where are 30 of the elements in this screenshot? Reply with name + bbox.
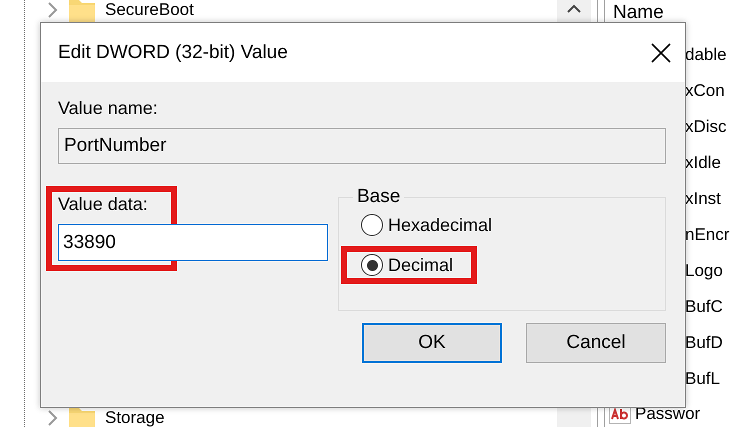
chevron-right-icon[interactable] xyxy=(47,0,59,18)
list-item[interactable]: dable xyxy=(685,44,727,64)
radio-button[interactable] xyxy=(361,214,383,236)
list-item[interactable]: xIdle xyxy=(685,152,721,172)
list-item[interactable]: xDisc xyxy=(685,116,727,136)
field-label: Value name: xyxy=(58,98,159,119)
tree-item[interactable]: Storage xyxy=(105,408,165,427)
list-item[interactable]: xInst xyxy=(685,188,721,208)
list-item[interactable]: Logo xyxy=(685,260,723,280)
radio-button[interactable] xyxy=(361,254,383,276)
value-name-field[interactable]: PortNumber xyxy=(58,128,666,164)
close-icon[interactable] xyxy=(651,42,671,62)
scroll-up-icon[interactable] xyxy=(566,2,582,14)
field-label: Value data: xyxy=(58,194,148,214)
radio-option[interactable]: Decimal xyxy=(361,254,454,276)
value-data-field[interactable]: 33890 xyxy=(58,224,328,261)
list-item[interactable]: nEncr xyxy=(685,224,730,244)
dialog-button[interactable]: OK xyxy=(362,323,502,363)
radio-option[interactable]: Hexadecimal xyxy=(361,214,492,236)
chevron-right-icon[interactable] xyxy=(47,408,59,426)
window-title: Edit DWORD (32-bit) Value xyxy=(58,42,288,64)
dialog-button[interactable]: Cancel xyxy=(526,323,666,363)
list-item[interactable]: BufD xyxy=(685,332,723,352)
list-item[interactable]: BufC xyxy=(685,296,723,316)
list-item[interactable]: Passwor xyxy=(635,404,700,423)
list-item[interactable]: xCon xyxy=(685,80,725,100)
folder-icon xyxy=(69,0,95,24)
group-label: Base xyxy=(356,186,402,208)
list-item[interactable]: BufL xyxy=(685,368,720,388)
tree-item[interactable]: SecureBoot xyxy=(105,0,194,19)
